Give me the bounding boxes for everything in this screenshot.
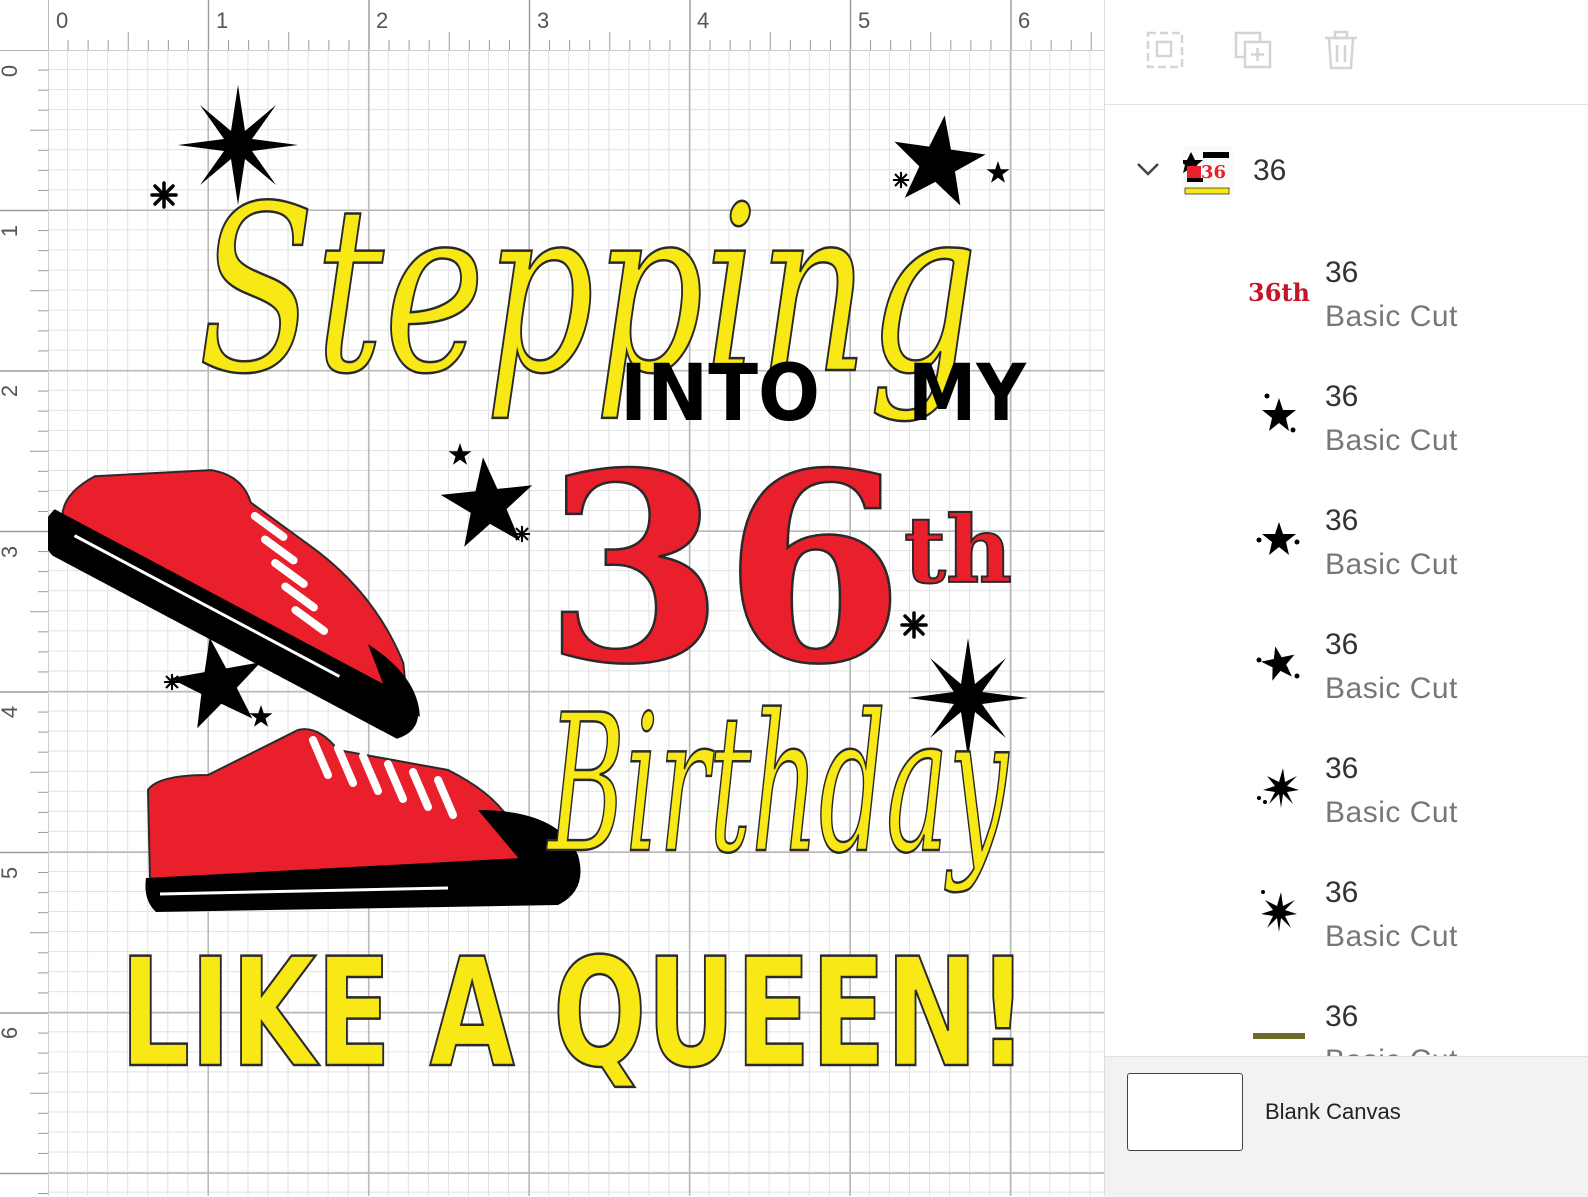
layers-panel: 36 36 36th 36 Basic Cut 36 Basic Cut 36 … [1104, 0, 1588, 1197]
duplicate-icon[interactable] [1233, 30, 1273, 70]
layer-type: Basic Cut [1325, 672, 1458, 705]
sparkle-thumb [1261, 890, 1297, 932]
layer-name: 36 [1325, 876, 1359, 909]
layer-thumbnail [1251, 884, 1307, 940]
asterisk-icon [163, 673, 181, 691]
ruler-label: 4 [0, 706, 23, 718]
group-thumbnail: 36 [1179, 146, 1233, 198]
layer-name: 36 [1325, 504, 1359, 537]
ruler-label: 3 [0, 546, 23, 558]
star-cluster-thumb [1262, 393, 1296, 433]
layers-toolbar [1105, 0, 1588, 105]
design-canvas[interactable]: 0 1 2 3 4 5 6 0 1 2 3 4 5 6 [0, 0, 1104, 1196]
th-suffix-text: th [904, 496, 1012, 604]
layer-type: Basic Cut [1325, 548, 1458, 581]
ruler-corner [0, 0, 49, 51]
star-icon [249, 705, 273, 727]
ruler-label: 6 [0, 1027, 23, 1039]
ruler-label: 6 [1018, 8, 1031, 33]
layer-type: Basic Cut [1325, 1044, 1458, 1056]
layer-thumbnail [1251, 1008, 1307, 1056]
group-thumb-text: 36 [1201, 162, 1226, 183]
blank-canvas-swatch[interactable] [1127, 1073, 1243, 1151]
36th-text-thumb: 36th [1248, 277, 1310, 307]
sparkle-thumb [1257, 768, 1299, 808]
ruler-label: 2 [0, 385, 23, 397]
vertical-ruler-ticks [0, 49, 48, 1195]
horizontal-ruler-ticks [47, 0, 1092, 50]
asterisk-icon [150, 181, 178, 209]
layer-item[interactable]: 36 Basic Cut [1105, 498, 1588, 598]
star-icon [986, 161, 1010, 183]
layer-item[interactable]: 36 Basic Cut [1105, 374, 1588, 474]
ruler-label: 4 [697, 8, 710, 33]
delete-icon[interactable] [1321, 30, 1361, 70]
layer-item[interactable]: 36 Basic Cut [1105, 870, 1588, 970]
star-cluster-thumb [1256, 522, 1300, 555]
ruler-label: 0 [0, 65, 23, 77]
birthday-text: Birthday [546, 674, 1009, 895]
horizontal-ruler: 0 1 2 3 4 5 6 [47, 0, 1104, 51]
layer-item[interactable]: 36 Basic Cut [1105, 746, 1588, 846]
like-a-queen-text-thumb [1253, 1033, 1305, 1039]
layer-name: 36 [1325, 256, 1359, 289]
asterisk-icon [513, 525, 531, 543]
layer-type: Basic Cut [1325, 424, 1458, 457]
vertical-ruler: 0 1 2 3 4 5 6 [0, 49, 49, 1196]
layer-thumbnail [1251, 512, 1307, 568]
ruler-label: 2 [376, 8, 389, 33]
asterisk-icon [900, 611, 928, 639]
star-cluster-thumb [1256, 646, 1300, 681]
layer-type: Basic Cut [1325, 796, 1458, 829]
stepping-text: Stepping [198, 158, 978, 425]
layer-type: Basic Cut [1325, 920, 1458, 953]
layer-item[interactable]: 36th 36 Basic Cut [1105, 250, 1588, 350]
blank-canvas-label: Blank Canvas [1265, 1099, 1401, 1124]
my-text: MY [908, 349, 1027, 439]
layer-name: 36 [1325, 380, 1359, 413]
upper-sneaker-graphic [48, 469, 420, 739]
layer-group-row[interactable]: 36 36 [1105, 140, 1588, 204]
layer-thumbnail [1251, 388, 1307, 444]
like-a-queen-text: LIKE A QUEEN! [120, 927, 1028, 1101]
group-name: 36 [1253, 154, 1287, 187]
ruler-label: 1 [0, 225, 23, 237]
chevron-down-icon[interactable] [1135, 160, 1161, 178]
layer-name: 36 [1325, 1000, 1359, 1033]
ruler-label: 5 [858, 8, 871, 33]
ruler-label: 1 [216, 8, 229, 33]
lower-sneaker-graphic [145, 728, 581, 912]
layer-type: Basic Cut [1325, 300, 1458, 333]
ruler-label: 5 [0, 867, 23, 879]
layer-name: 36 [1325, 628, 1359, 661]
ruler-label: 3 [537, 8, 550, 33]
layer-item[interactable]: 36 Basic Cut [1105, 994, 1588, 1056]
layer-thumbnail [1251, 760, 1307, 816]
layer-thumbnail [1251, 636, 1307, 692]
birthday-design-artwork[interactable]: Stepping INTO MY 36 th Birthday LIKE A Q… [48, 50, 1104, 1196]
layer-name: 36 [1325, 752, 1359, 785]
star-icon [448, 443, 472, 465]
ruler-label: 0 [56, 8, 69, 33]
layer-thumbnail: 36th [1248, 264, 1310, 320]
canvas-footer: Blank Canvas [1105, 1056, 1588, 1197]
layer-item[interactable]: 36 Basic Cut [1105, 622, 1588, 722]
layer-list: 36th 36 Basic Cut 36 Basic Cut 36 Basic … [1105, 250, 1588, 1056]
group-icon[interactable] [1145, 30, 1185, 70]
